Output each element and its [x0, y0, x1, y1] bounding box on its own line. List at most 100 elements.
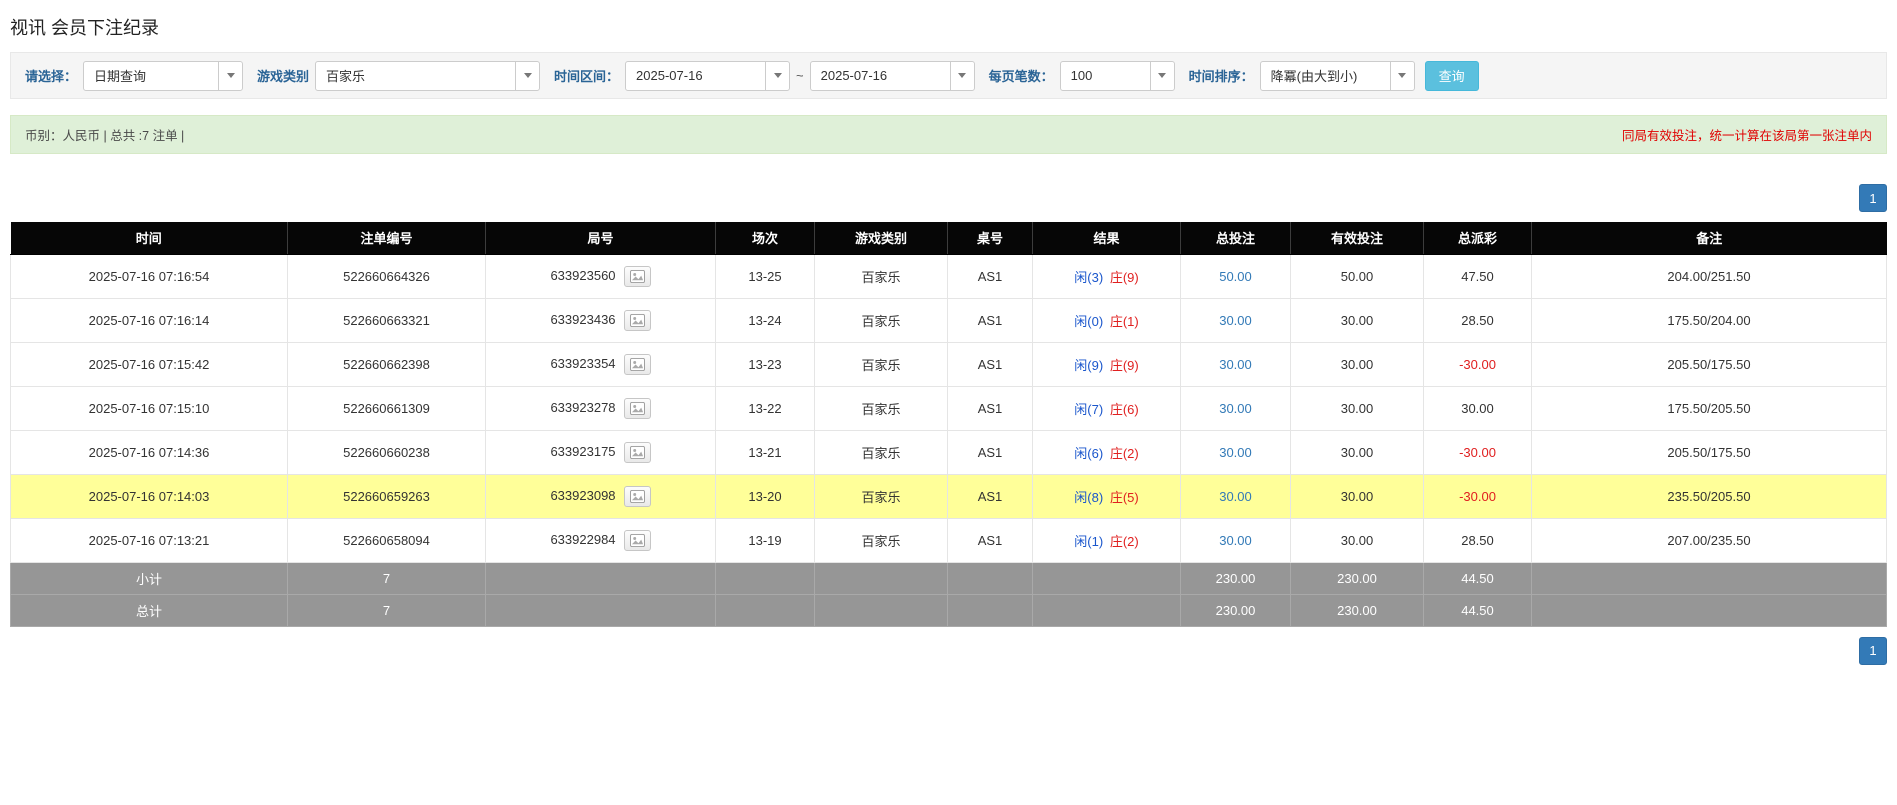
round-media-button[interactable]	[624, 266, 651, 287]
banker-result: 庄(9)	[1110, 270, 1139, 285]
summary-cell: 小计	[11, 562, 288, 594]
session-cell: 13-20	[716, 474, 815, 518]
round-media-button[interactable]	[624, 354, 651, 375]
session-cell: 13-25	[716, 254, 815, 298]
total-bet-cell: 30.00	[1181, 518, 1291, 562]
total-bet-link[interactable]: 30.00	[1219, 313, 1252, 328]
total-bet-link[interactable]: 50.00	[1219, 269, 1252, 284]
valid-bet-cell: 30.00	[1291, 342, 1424, 386]
column-header: 游戏类别	[815, 222, 948, 254]
summary-cell	[486, 562, 716, 594]
date-from-picker[interactable]: 2025-07-16	[625, 61, 790, 91]
total-bet-cell: 30.00	[1181, 474, 1291, 518]
result-cell: 闲(6) 庄(2)	[1033, 430, 1181, 474]
result-cell: 闲(0) 庄(1)	[1033, 298, 1181, 342]
date-to-picker[interactable]: 2025-07-16	[810, 61, 975, 91]
sort-value: 降冪(由大到小)	[1261, 62, 1390, 90]
round-cell: 633923436	[486, 298, 716, 342]
note-cell: 204.00/251.50	[1532, 254, 1887, 298]
session-cell: 13-24	[716, 298, 815, 342]
date-from-value: 2025-07-16	[626, 62, 765, 90]
chevron-down-icon[interactable]	[765, 62, 789, 90]
bet-id-cell: 522660662398	[288, 342, 486, 386]
summary-cell	[716, 594, 815, 626]
column-header: 结果	[1033, 222, 1181, 254]
table-row: 2025-07-16 07:15:42522660662398 633923354…	[11, 342, 1887, 386]
payout-cell: -30.00	[1424, 474, 1532, 518]
result-cell: 闲(7) 庄(6)	[1033, 386, 1181, 430]
time-cell: 2025-07-16 07:16:54	[11, 254, 288, 298]
table-row: 2025-07-16 07:13:21522660658094 633922984…	[11, 518, 1887, 562]
total-bet-link[interactable]: 30.00	[1219, 357, 1252, 372]
chevron-down-icon[interactable]	[950, 62, 974, 90]
table-footer: 小计7230.00230.0044.50总计7230.00230.0044.50	[11, 562, 1887, 626]
note-cell: 175.50/204.00	[1532, 298, 1887, 342]
per-page-value: 100	[1061, 62, 1150, 90]
per-page-select[interactable]: 100	[1060, 61, 1175, 91]
table-no-cell: AS1	[948, 254, 1033, 298]
total-bet-cell: 50.00	[1181, 254, 1291, 298]
round-media-button[interactable]	[624, 530, 651, 551]
total-bet-link[interactable]: 30.00	[1219, 489, 1252, 504]
chevron-down-icon[interactable]	[1390, 62, 1414, 90]
page-button[interactable]: 1	[1859, 637, 1887, 665]
media-preview-icon	[630, 358, 645, 371]
summary-cell: 7	[288, 562, 486, 594]
summary-cell: 44.50	[1424, 562, 1532, 594]
chevron-down-icon[interactable]	[515, 62, 539, 90]
round-cell: 633923560	[486, 254, 716, 298]
bet-records-table: 时间注单编号局号场次游戏类别桌号结果总投注有效投注总派彩备注 2025-07-1…	[10, 222, 1887, 627]
summary-cell: 230.00	[1291, 594, 1424, 626]
total-bet-link[interactable]: 30.00	[1219, 445, 1252, 460]
bet-id-cell: 522660659263	[288, 474, 486, 518]
search-button[interactable]: 查询	[1425, 61, 1479, 91]
result-cell: 闲(1) 庄(2)	[1033, 518, 1181, 562]
media-preview-icon	[630, 314, 645, 327]
chevron-down-icon[interactable]	[218, 62, 242, 90]
page-button[interactable]: 1	[1859, 184, 1887, 212]
summary-cell: 44.50	[1424, 594, 1532, 626]
media-preview-icon	[630, 270, 645, 283]
sort-select[interactable]: 降冪(由大到小)	[1260, 61, 1415, 91]
query-type-label: 请选择：	[25, 66, 77, 85]
bet-id-cell: 522660664326	[288, 254, 486, 298]
total-bet-link[interactable]: 30.00	[1219, 401, 1252, 416]
round-number: 633923175	[550, 443, 615, 458]
media-preview-icon	[630, 446, 645, 459]
time-cell: 2025-07-16 07:13:21	[11, 518, 288, 562]
round-media-button[interactable]	[624, 398, 651, 419]
bet-id-cell: 522660658094	[288, 518, 486, 562]
total-bet-cell: 30.00	[1181, 342, 1291, 386]
banker-result: 庄(6)	[1110, 402, 1139, 417]
round-media-button[interactable]	[624, 442, 651, 463]
chevron-down-icon[interactable]	[1150, 62, 1174, 90]
time-cell: 2025-07-16 07:16:14	[11, 298, 288, 342]
note-cell: 207.00/235.50	[1532, 518, 1887, 562]
table-no-cell: AS1	[948, 342, 1033, 386]
query-type-value: 日期查询	[84, 62, 218, 90]
time-cell: 2025-07-16 07:15:42	[11, 342, 288, 386]
game-type-select[interactable]: 百家乐	[315, 61, 540, 91]
table-body: 2025-07-16 07:16:54522660664326633923560…	[11, 254, 1887, 562]
query-type-select[interactable]: 日期查询	[83, 61, 243, 91]
total-bet-link[interactable]: 30.00	[1219, 533, 1252, 548]
round-number: 633922984	[550, 531, 615, 546]
round-media-button[interactable]	[624, 310, 651, 331]
result-cell: 闲(8) 庄(5)	[1033, 474, 1181, 518]
summary-cell: 230.00	[1181, 562, 1291, 594]
round-number: 633923098	[550, 487, 615, 502]
round-media-button[interactable]	[624, 486, 651, 507]
player-result: 闲(3)	[1074, 270, 1103, 285]
bet-id-cell: 522660663321	[288, 298, 486, 342]
round-cell: 633923278	[486, 386, 716, 430]
payout-cell: -30.00	[1424, 342, 1532, 386]
session-cell: 13-21	[716, 430, 815, 474]
game-type-cell: 百家乐	[815, 474, 948, 518]
player-result: 闲(8)	[1074, 490, 1103, 505]
summary-bar: 币别：人民币 | 总共 :7 注单 | 同局有效投注，统一计算在该局第一张注单内	[10, 115, 1887, 154]
round-number: 633923354	[550, 355, 615, 370]
time-cell: 2025-07-16 07:15:10	[11, 386, 288, 430]
bet-records-table-wrap: 时间注单编号局号场次游戏类别桌号结果总投注有效投注总派彩备注 2025-07-1…	[10, 222, 1887, 627]
time-cell: 2025-07-16 07:14:03	[11, 474, 288, 518]
summary-cell	[948, 562, 1033, 594]
